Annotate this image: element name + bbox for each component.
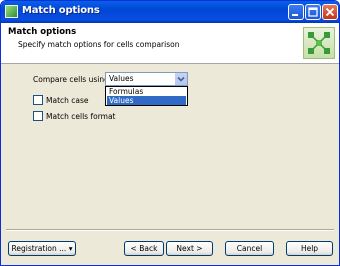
- footer-divider: [6, 229, 334, 231]
- minimize-icon: [292, 14, 298, 16]
- back-button[interactable]: < Back: [124, 241, 164, 256]
- close-icon: [325, 7, 335, 17]
- match-cells-format-label: Match cells format: [46, 112, 116, 121]
- wizard-header: Match options Specify match options for …: [1, 23, 339, 64]
- minimize-button[interactable]: [288, 4, 304, 20]
- registration-button[interactable]: Registration ... ▾: [8, 241, 76, 256]
- page-subtitle: Specify match options for cells comparis…: [18, 40, 180, 49]
- title-bar[interactable]: Match options: [1, 1, 339, 23]
- match-case-checkbox[interactable]: [33, 95, 43, 105]
- cancel-button[interactable]: Cancel: [225, 241, 274, 256]
- menu-arrow-icon: ▾: [68, 244, 73, 253]
- compare-cells-value: Values: [109, 74, 134, 83]
- compare-cells-select[interactable]: Values: [105, 72, 188, 86]
- dropdown-button[interactable]: [174, 73, 187, 85]
- help-button[interactable]: Help: [286, 241, 333, 256]
- compare-cells-dropdown-list: Formulas Values: [105, 86, 188, 106]
- compare-logo-icon: [303, 27, 335, 59]
- close-button[interactable]: [322, 4, 338, 20]
- match-case-label: Match case: [46, 96, 89, 105]
- next-button[interactable]: Next >: [166, 241, 213, 256]
- match-options-window: Match options Match options Specify matc…: [0, 0, 340, 266]
- page-title: Match options: [8, 27, 77, 37]
- registration-button-label: Registration ...: [11, 244, 67, 253]
- maximize-button[interactable]: [305, 4, 321, 20]
- app-icon: [5, 5, 18, 18]
- option-formulas[interactable]: Formulas: [107, 87, 186, 96]
- chevron-down-icon: [177, 76, 185, 82]
- match-cells-format-checkbox[interactable]: [33, 111, 43, 121]
- window-title: Match options: [22, 5, 100, 16]
- compare-cells-label: Compare cells using:: [33, 75, 112, 84]
- maximize-icon: [308, 7, 318, 17]
- option-values[interactable]: Values: [107, 96, 186, 105]
